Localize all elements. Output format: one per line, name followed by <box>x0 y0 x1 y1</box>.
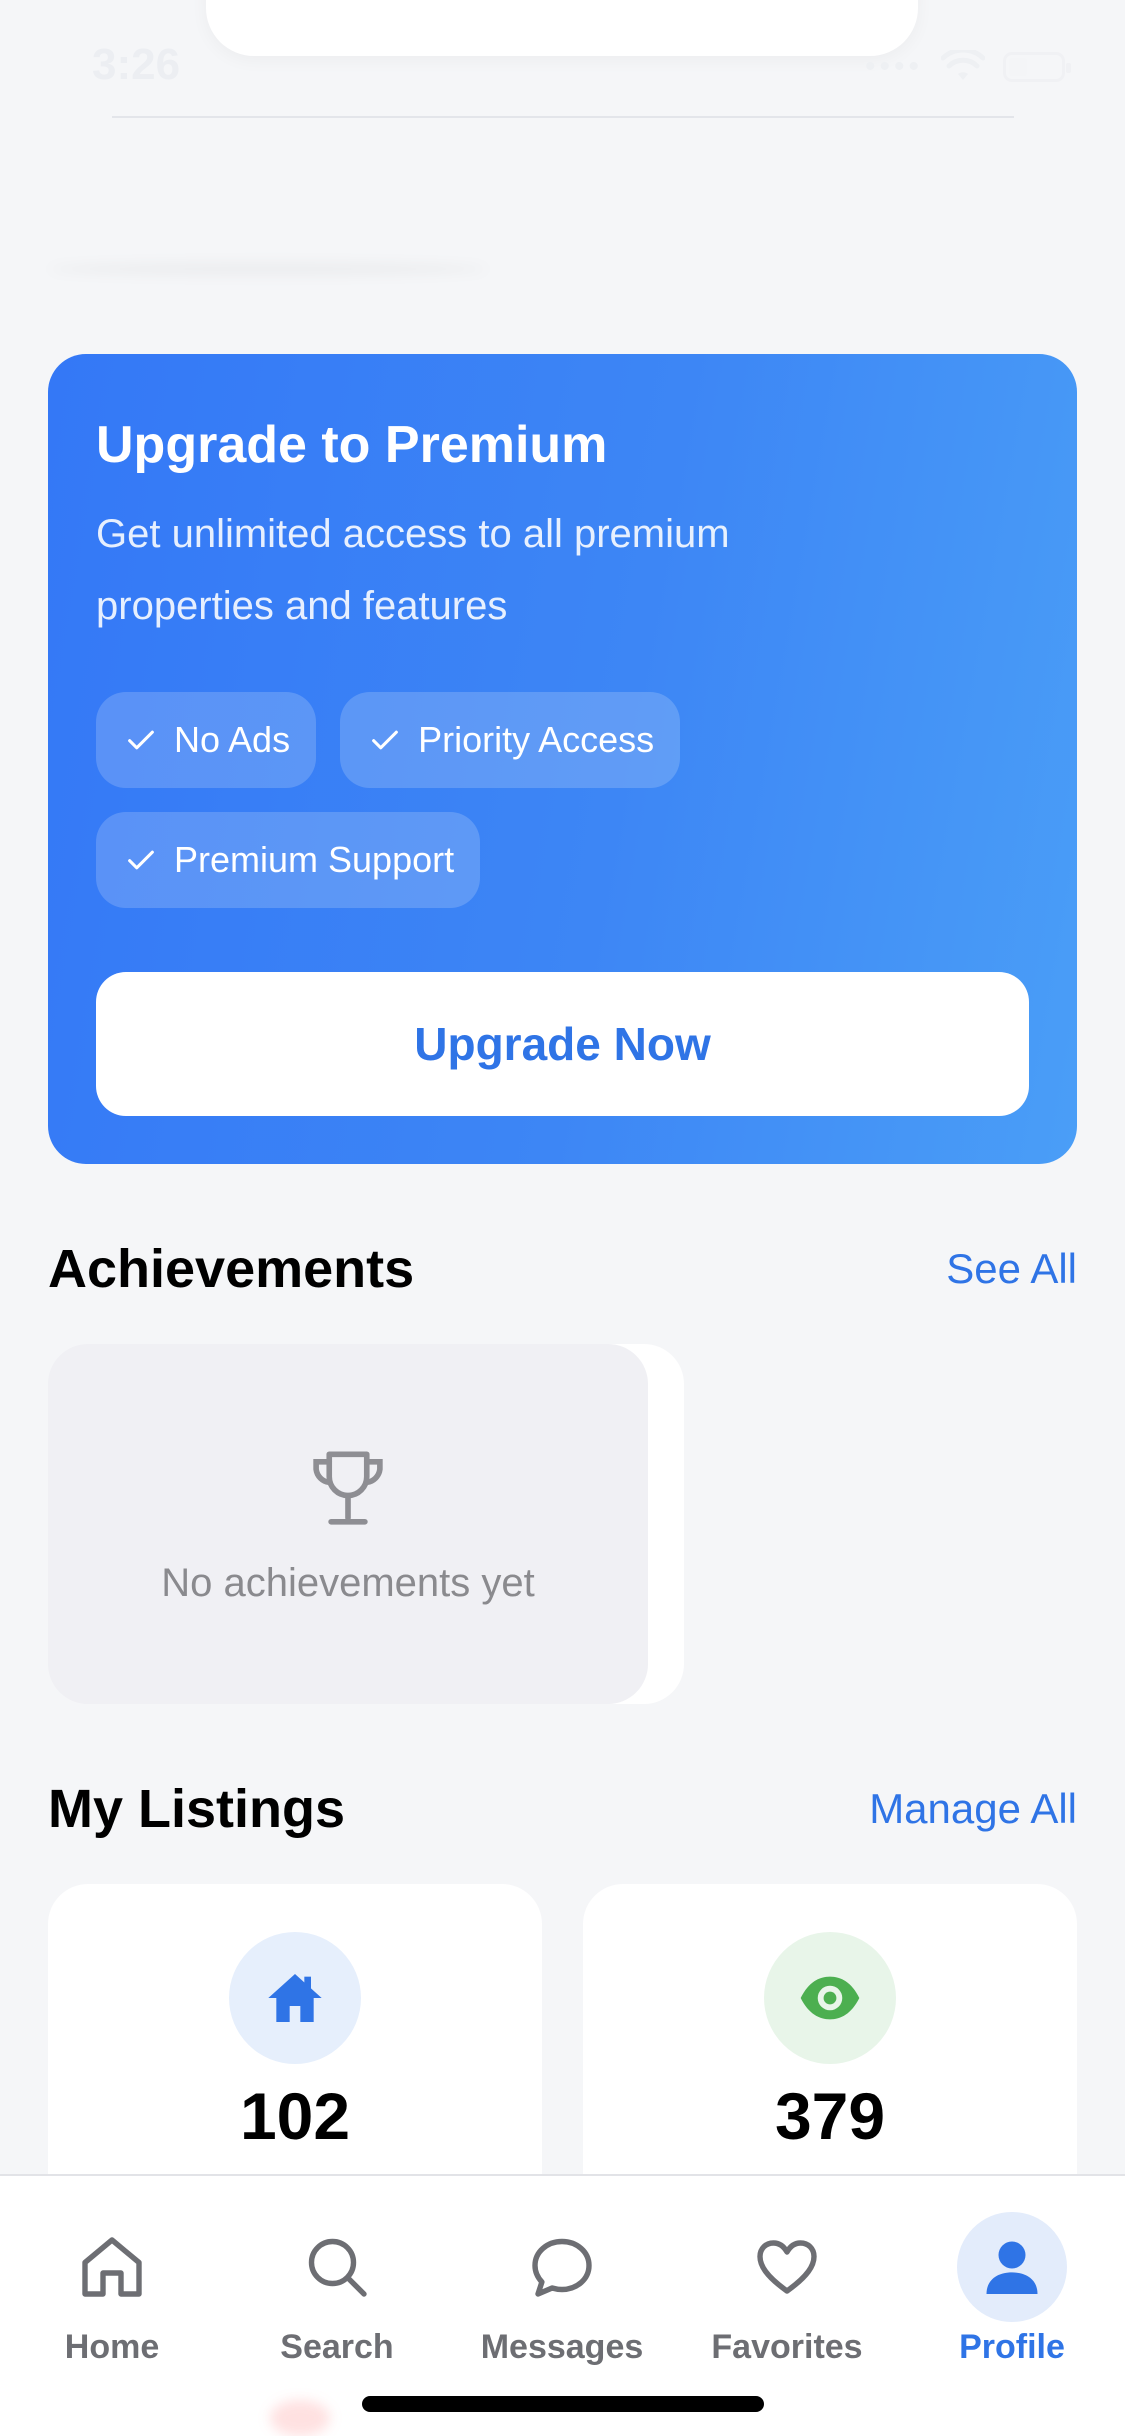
status-bar: 3:26 •••• <box>0 0 1125 120</box>
tab-home[interactable]: Home <box>12 2212 212 2367</box>
stat-icon-circle <box>229 1932 361 2064</box>
background-decoration <box>270 2400 330 2436</box>
achievements-title: Achievements <box>48 1239 415 1299</box>
premium-feature-list: No Ads Priority Access Premium Support <box>96 692 776 908</box>
search-icon <box>308 2238 367 2297</box>
status-icons: •••• <box>864 50 1071 84</box>
tab-icon-wrap <box>282 2212 392 2322</box>
tab-label: Home <box>64 2328 160 2366</box>
home-icon <box>82 2237 142 2297</box>
top-sheet-edge <box>206 0 918 56</box>
battery-icon <box>1003 52 1071 82</box>
tab-icon-wrap <box>57 2212 167 2322</box>
listings-count-value: 102 <box>239 2079 351 2153</box>
stat-icon-circle <box>764 1932 896 2064</box>
listings-title: My Listings <box>48 1779 346 1839</box>
chat-bubble-icon <box>532 2238 592 2297</box>
feature-chip-premium-support: Premium Support <box>96 812 481 908</box>
tab-label: Messages <box>480 2328 644 2366</box>
house-icon <box>268 1974 322 2022</box>
listings-header: My Listings Manage All <box>48 1778 1077 1840</box>
tab-profile[interactable]: Profile <box>912 2212 1112 2367</box>
tab-label: Search <box>280 2328 394 2366</box>
tab-icon-wrap <box>957 2212 1067 2322</box>
premium-title: Upgrade to Premium <box>96 416 608 474</box>
checkmark-icon <box>372 730 398 750</box>
feature-chip-priority-access: Priority Access <box>340 692 681 788</box>
tab-icon-wrap <box>507 2212 617 2322</box>
header-shadow <box>48 262 488 276</box>
signal-icon: •••• <box>864 50 923 83</box>
heart-icon <box>757 2240 817 2294</box>
tab-label: Favorites <box>711 2328 863 2366</box>
manage-all-link[interactable]: Manage All <box>869 1785 1077 1833</box>
person-icon <box>986 2241 1038 2294</box>
tab-favorites[interactable]: Favorites <box>687 2212 887 2367</box>
achievements-empty-text: No achievements yet <box>161 1560 535 1605</box>
premium-description: Get unlimited access to all premium prop… <box>96 512 730 628</box>
header-divider <box>112 116 1014 118</box>
home-indicator[interactable] <box>362 2396 764 2412</box>
achievements-header: Achievements See All <box>48 1238 1077 1300</box>
upgrade-now-button[interactable]: Upgrade Now <box>96 972 1029 1116</box>
tab-label: Profile <box>959 2328 1065 2366</box>
achievements-empty-card: No achievements yet <box>48 1344 648 1704</box>
views-count-value: 379 <box>774 2079 886 2153</box>
tab-icon-wrap <box>732 2212 842 2322</box>
checkmark-icon <box>128 850 154 870</box>
checkmark-icon <box>128 730 154 750</box>
feature-label: Priority Access <box>418 719 655 760</box>
feature-label: Premium Support <box>174 839 455 880</box>
wifi-icon <box>941 50 985 80</box>
feature-label: No Ads <box>174 719 291 760</box>
tab-messages[interactable]: Messages <box>462 2212 662 2367</box>
feature-chip-no-ads: No Ads <box>96 692 317 788</box>
status-time: 3:26 <box>92 40 181 89</box>
see-all-link[interactable]: See All <box>946 1245 1077 1293</box>
trophy-icon <box>313 1450 383 1525</box>
eye-icon <box>800 1976 860 2020</box>
tab-search[interactable]: Search <box>237 2212 437 2367</box>
premium-upgrade-card: Upgrade to Premium Get unlimited access … <box>48 354 1077 1164</box>
